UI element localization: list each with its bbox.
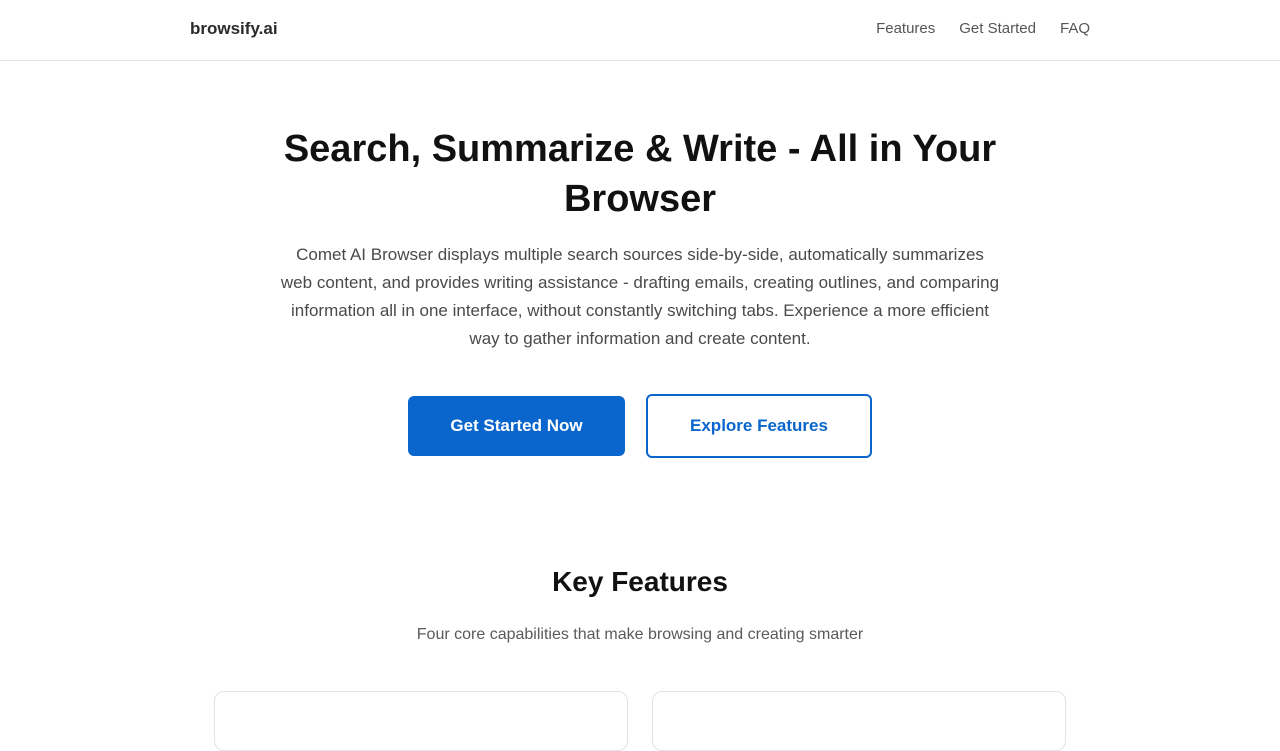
key-features-title: Key Features: [552, 566, 728, 597]
nav-link-features[interactable]: Features: [876, 20, 935, 37]
get-started-now-button[interactable]: Get Started Now: [408, 396, 625, 456]
main-nav: Features Get Started FAQ: [876, 20, 1090, 37]
hero-title-line-2: Browser: [563, 178, 717, 220]
explore-features-button[interactable]: Explore Features: [646, 394, 872, 458]
key-features-subtitle: Four core capabilities that make browsin…: [416, 626, 864, 643]
brand-logo-link[interactable]: browsify.ai: [190, 19, 278, 39]
hero-title: Search, Summarize & Write - All in Your …: [240, 124, 1040, 224]
nav-link-get-started[interactable]: Get Started: [959, 20, 1036, 37]
nav-link-faq[interactable]: FAQ: [1060, 20, 1090, 37]
feature-card: [214, 691, 628, 751]
hero-title-line-1: Search, Summarize & Write - All in Your: [283, 128, 997, 170]
feature-card: [652, 691, 1066, 751]
hero-description: Comet AI Browser displays multiple searc…: [280, 245, 1000, 348]
top-navbar: browsify.ai Features Get Started FAQ: [0, 0, 1280, 61]
